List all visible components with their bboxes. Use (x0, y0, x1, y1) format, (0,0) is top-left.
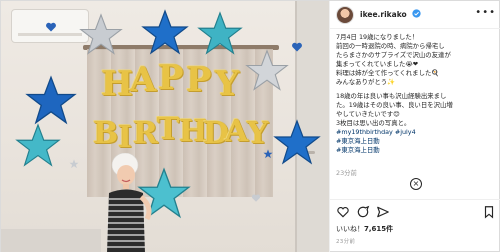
balloon-letter: H (101, 64, 134, 104)
balloon-letter: Y (215, 64, 240, 104)
caption-line: やしていきたいです😊 (336, 109, 400, 118)
caption-line: た。19歳はその良い事、良い日を沢山増 (336, 100, 453, 109)
person-figure (107, 153, 152, 252)
caption-line: みんなありがとう✨ (336, 78, 396, 87)
likes-prefix: いいね！ (336, 225, 364, 233)
action-bar (330, 199, 500, 219)
more-options-button[interactable]: ••• (475, 7, 496, 18)
hashtag-link[interactable]: #東京海上日動 (336, 146, 496, 155)
small-star-balloon (263, 149, 273, 159)
post-photo[interactable]: H A P P Y B I R T H D A Y (1, 1, 329, 252)
caption-line: たらまさかのサプライズで沢山の友達が (336, 51, 451, 60)
caption-line: 料理は姉が全て作ってくれました🍳 (336, 69, 440, 78)
share-icon[interactable] (376, 205, 390, 219)
hashtag-link[interactable]: #東京海上日動 (336, 137, 496, 146)
caption-line: 7月4日 19歳になりました！ (336, 33, 419, 41)
silver-star-balloon (245, 49, 289, 91)
silver-star-balloon (79, 13, 123, 55)
balloon-letter: P (186, 60, 212, 100)
caption-line: 集まってくれていました😭❤ (336, 60, 419, 69)
small-star-balloon (69, 159, 79, 169)
caption-line: 3枚目は思い出の写真と。 (336, 118, 411, 127)
balloon-letter: B (93, 116, 119, 151)
balloon-letter: I (118, 120, 133, 155)
balloon-letter: Y (247, 116, 269, 151)
blue-star-balloon (273, 119, 321, 165)
caption-line: 18歳の年は良い事も沢山経験出来まし (336, 91, 447, 100)
heart-balloon (292, 42, 302, 52)
hashtag-link[interactable]: #my19thbirthday #july4 (336, 128, 496, 137)
balloon-letter: P (158, 58, 184, 98)
heart-balloon (46, 22, 56, 32)
teal-star-balloon (197, 11, 243, 55)
balloon-letter: T (157, 112, 180, 147)
post-caption: 7月4日 19歳になりました！ 前回の一時退院の時、病院から帰宅し たらまさかの… (336, 33, 496, 155)
heart-icon[interactable] (336, 205, 350, 219)
instagram-post: H A P P Y B I R T H D A Y ikee.rikako ••… (0, 0, 500, 252)
username-link[interactable]: ikee.rikako (360, 10, 407, 19)
caption-timestamp: 23分前 (336, 169, 357, 177)
close-icon[interactable]: × (410, 178, 422, 190)
post-date: 23分前 (336, 239, 356, 245)
caption-line: 前回の一時退院の時、病院から帰宅し (336, 42, 445, 51)
blue-star-balloon (141, 9, 189, 55)
balloon-letter: A (225, 114, 249, 149)
teal-star-balloon (15, 123, 61, 167)
verified-badge-icon (412, 9, 421, 18)
blue-star-balloon (25, 75, 77, 125)
likes-count[interactable]: いいね！7,615件 (336, 224, 393, 234)
bookmark-icon[interactable] (482, 205, 496, 219)
avatar[interactable] (336, 6, 354, 24)
likes-number: 7,615件 (364, 225, 394, 233)
side-table (1, 229, 101, 252)
heart-balloon (251, 194, 261, 202)
post-header: ikee.rikako ••• (330, 1, 500, 29)
balloon-letter: R (133, 116, 158, 151)
comment-icon[interactable] (356, 205, 370, 219)
post-side-panel: ikee.rikako ••• 7月4日 19歳になりました！ 前回の一時退院の… (329, 1, 500, 252)
balloon-letter: A (130, 60, 157, 100)
